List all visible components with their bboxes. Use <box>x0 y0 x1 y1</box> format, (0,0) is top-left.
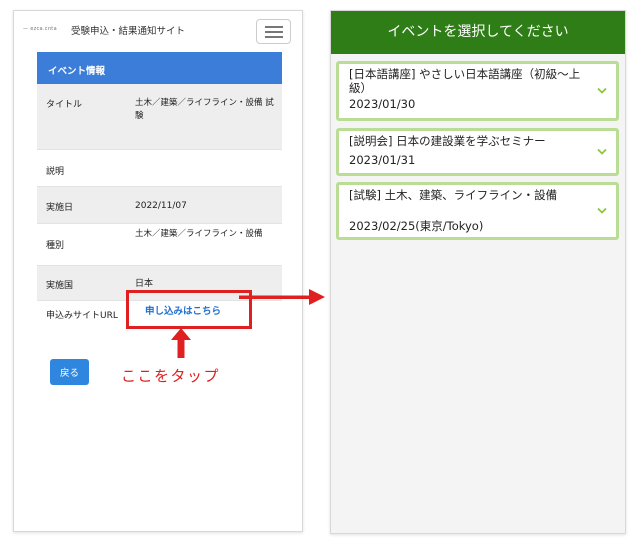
up-arrow-icon <box>171 328 191 358</box>
row-value: 土木／建築／ライフライン・設備 <box>135 229 263 239</box>
row-label: 説明 <box>46 167 65 177</box>
row-label: 実施日 <box>46 203 74 213</box>
row-value: 土木／建築／ライフライン・設備 試験 <box>135 98 274 121</box>
row-label: タイトル <box>46 100 83 110</box>
site-header: — ezca.cnta 受験申込・結果通知サイト <box>14 11 302 51</box>
site-logo: — ezca.cnta <box>23 26 57 32</box>
event-date: 2023/02/25(東京/Tokyo) <box>349 219 484 233</box>
back-button[interactable]: 戻る <box>50 359 89 385</box>
event-card[interactable]: [日本語講座] やさしい日本語講座（初級～上級） 2023/01/30 <box>336 61 619 121</box>
tap-here-annotation: ここをタップ <box>121 367 221 385</box>
event-title: [説明会] 日本の建設業を学ぶセミナー <box>349 134 546 148</box>
event-title: [試験] 土木、建築、ライフライン・設備 <box>349 188 558 202</box>
left-phone-screen: — ezca.cnta 受験申込・結果通知サイト イベント情報 タイトル 土木／… <box>13 10 303 532</box>
table-row-type: 種別 土木／建築／ライフライン・設備 <box>37 224 282 266</box>
table-row-date: 実施日 2022/11/07 <box>37 187 282 224</box>
event-title: [日本語講座] やさしい日本語講座（初級～上級） <box>349 67 581 95</box>
hamburger-menu-icon[interactable] <box>256 19 291 44</box>
table-row-title: タイトル 土木／建築／ライフライン・設備 試験 <box>37 84 282 150</box>
table-header: イベント情報 <box>37 52 282 84</box>
chevron-down-icon[interactable] <box>597 148 607 156</box>
site-title[interactable]: 受験申込・結果通知サイト <box>71 23 185 37</box>
apply-link[interactable]: 申し込みはこちら <box>145 303 221 317</box>
chevron-down-icon[interactable] <box>597 87 607 95</box>
right-phone-screen: イベントを選択してください [日本語講座] やさしい日本語講座（初級～上級） 2… <box>330 10 626 534</box>
table-row-description: 説明 <box>37 150 282 187</box>
row-label: 実施国 <box>46 281 74 291</box>
event-date: 2023/01/30 <box>349 97 416 111</box>
row-label: 申込みサイトURL <box>46 311 118 321</box>
event-card[interactable]: [試験] 土木、建築、ライフライン・設備 2023/02/25(東京/Tokyo… <box>336 182 619 240</box>
row-label: 種別 <box>46 241 65 251</box>
event-date: 2023/01/31 <box>349 153 416 167</box>
event-card[interactable]: [説明会] 日本の建設業を学ぶセミナー 2023/01/31 <box>336 128 619 176</box>
right-arrow-icon <box>239 289 325 305</box>
select-event-header: イベントを選択してください <box>331 11 625 54</box>
chevron-down-icon[interactable] <box>597 207 607 215</box>
row-value: 2022/11/07 <box>135 201 187 211</box>
